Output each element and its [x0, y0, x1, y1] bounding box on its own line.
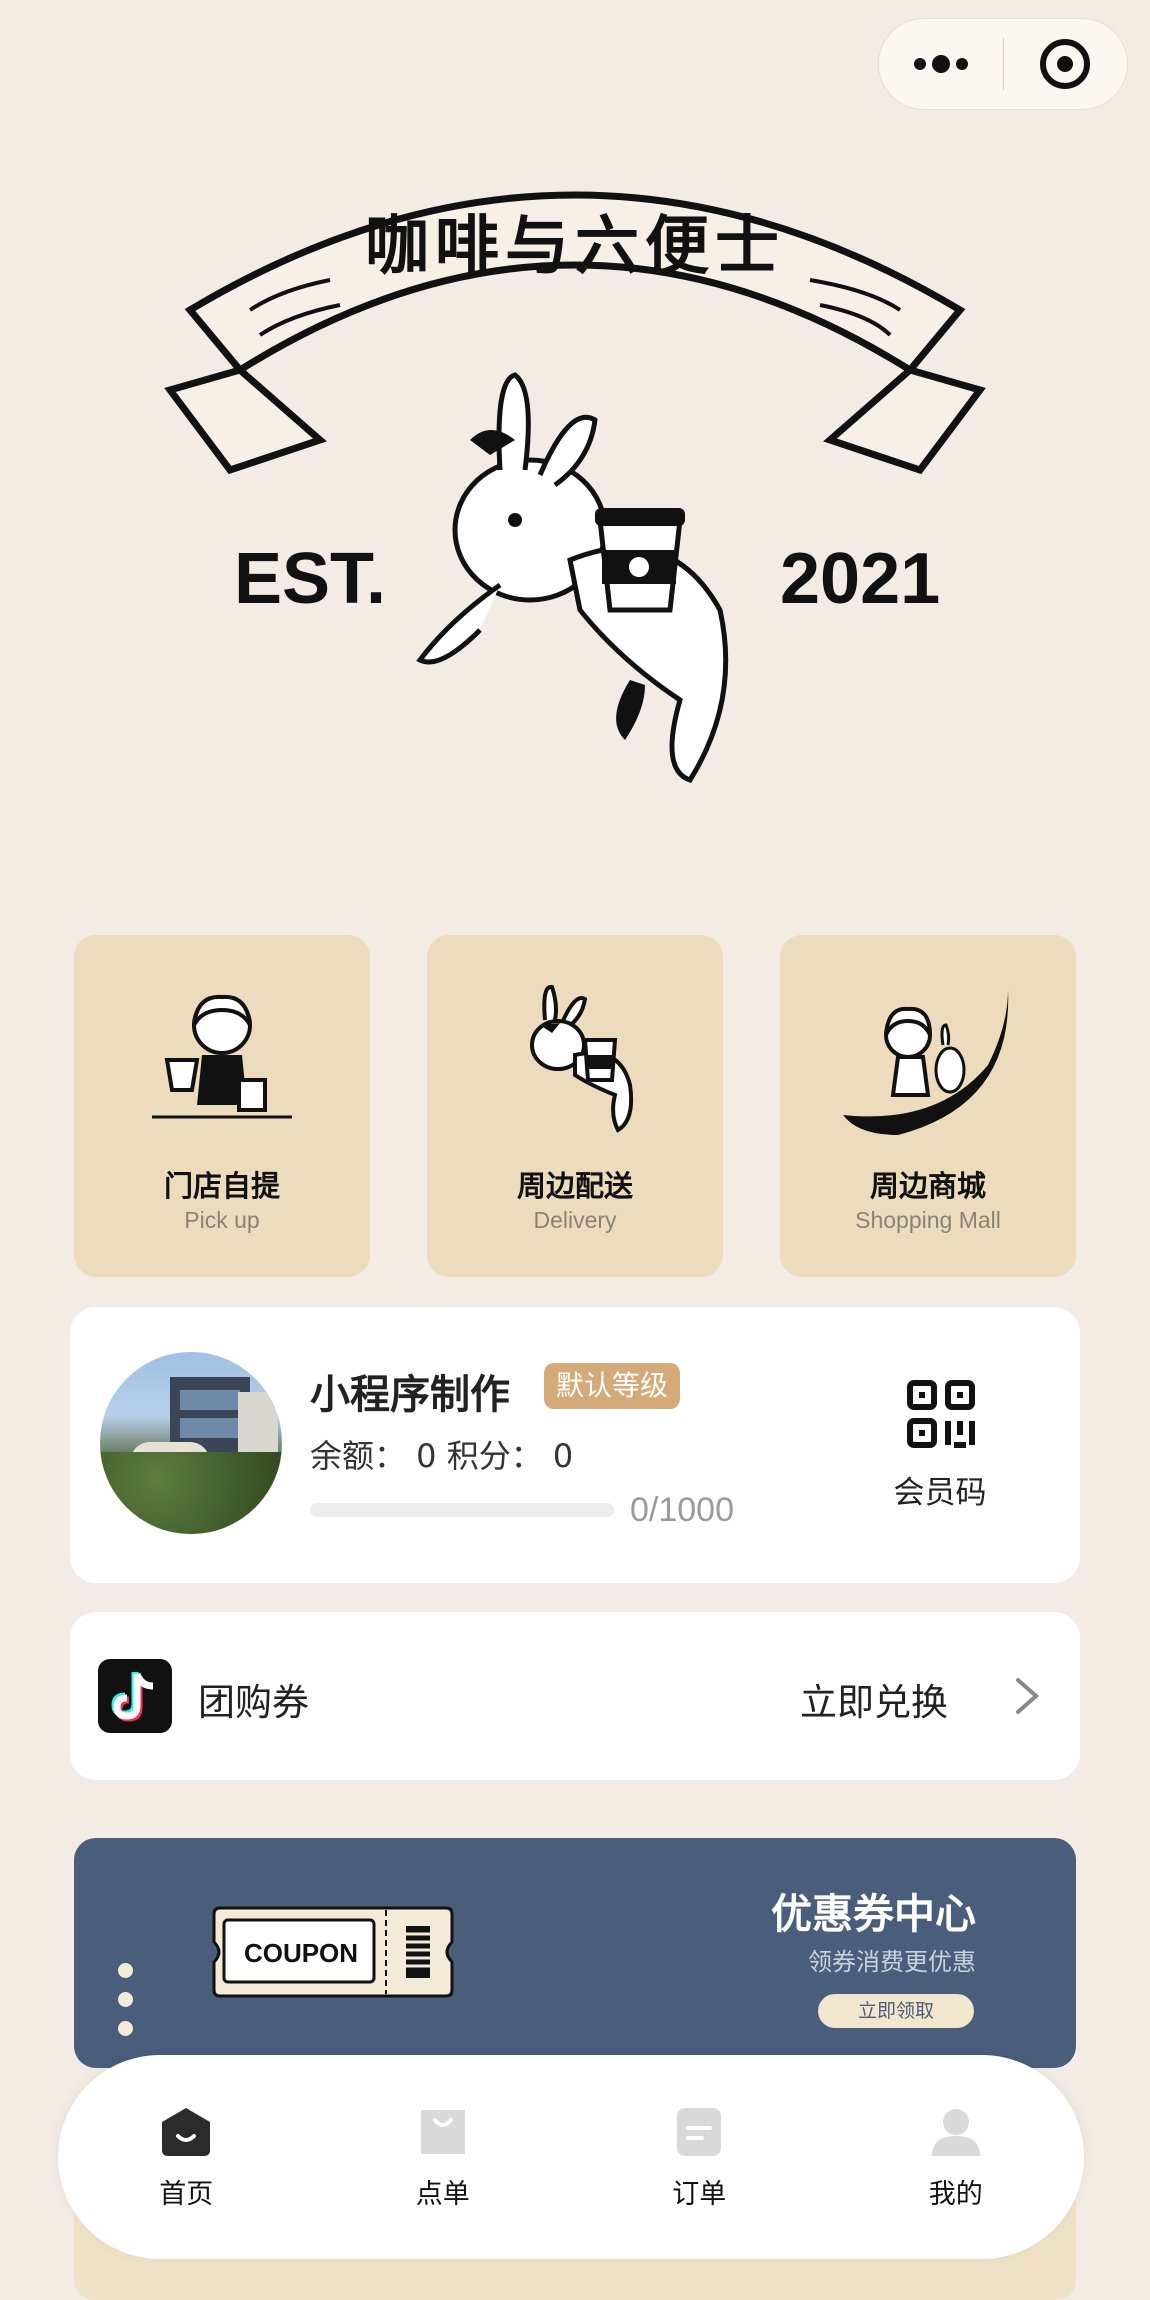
service-subtitle: Delivery	[533, 1207, 617, 1233]
balance-points-text: 余额： 0 积分： 0	[310, 1437, 574, 1475]
pickup-illustration	[74, 985, 370, 1135]
claim-coupon-button[interactable]: 立即领取	[818, 1994, 974, 2028]
tab-label: 首页	[159, 2178, 214, 2210]
service-title: 门店自提	[163, 1169, 280, 1203]
level-progress-bar	[310, 1503, 614, 1517]
mall-illustration	[780, 985, 1076, 1135]
coupon-center-banner[interactable]: COUPON 优惠券中心 领券消费更优惠 立即领取	[74, 1838, 1076, 2068]
tab-profile[interactable]: 我的	[828, 2055, 1085, 2259]
bottom-tab-bar: 首页 点单 订单 我的	[58, 2055, 1084, 2259]
order-icon	[677, 2107, 722, 2156]
tab-label: 点单	[415, 2178, 470, 2210]
qr-code-icon[interactable]	[906, 1379, 976, 1449]
member-card: 小程序制作 默认等级 余额： 0 积分： 0 0/1000 会员码	[70, 1307, 1080, 1583]
member-name: 小程序制作	[310, 1372, 510, 1418]
delivery-illustration	[427, 985, 723, 1135]
avatar[interactable]	[100, 1352, 282, 1534]
tab-label: 我的	[928, 2178, 983, 2210]
brand-logo: 咖啡与六便士 EST. 2021	[150, 140, 1000, 800]
redeem-now-link[interactable]: 立即兑换	[800, 1672, 948, 1726]
est-label: EST.	[234, 539, 387, 619]
brand-title: 咖啡与六便士	[365, 209, 785, 284]
tab-home[interactable]: 首页	[58, 2055, 315, 2259]
service-card-pickup[interactable]: 门店自提 Pick up	[74, 935, 370, 1277]
home-icon	[162, 2107, 211, 2156]
coupon-ticket-text: COUPON	[243, 1938, 359, 1968]
tab-orders[interactable]: 订单	[571, 2055, 828, 2259]
group-buy-row[interactable]: 团购券 立即兑换	[70, 1612, 1080, 1780]
vertical-dots-icon	[118, 1963, 133, 2036]
level-progress-text: 0/1000	[630, 1491, 734, 1529]
more-button[interactable]	[879, 19, 1003, 109]
tab-order-menu[interactable]: 点单	[315, 2055, 572, 2259]
service-subtitle: Shopping Mall	[855, 1207, 1001, 1233]
profile-icon	[931, 2108, 980, 2156]
bag-icon	[420, 2109, 465, 2154]
target-icon	[1040, 39, 1091, 89]
coupon-center-subtitle: 领券消费更优惠	[808, 1948, 976, 1976]
mini-program-capsule	[878, 18, 1128, 110]
group-buy-label: 团购券	[198, 1681, 309, 1724]
coupon-center-title: 优惠券中心	[771, 1890, 976, 1938]
member-level-badge: 默认等级	[544, 1363, 681, 1409]
douyin-icon	[98, 1659, 172, 1733]
qr-code-label[interactable]: 会员码	[860, 1467, 1020, 1512]
close-button[interactable]	[1004, 19, 1128, 109]
chevron-right-icon	[1016, 1678, 1040, 1714]
service-subtitle: Pick up	[184, 1207, 260, 1233]
service-title: 周边配送	[516, 1169, 633, 1203]
more-dots-icon	[913, 55, 968, 73]
service-card-delivery[interactable]: 周边配送 Delivery	[427, 935, 723, 1277]
tab-label: 订单	[672, 2178, 727, 2210]
service-card-mall[interactable]: 周边商城 Shopping Mall	[780, 935, 1076, 1277]
service-title: 周边商城	[869, 1169, 986, 1203]
year-label: 2021	[780, 539, 941, 619]
